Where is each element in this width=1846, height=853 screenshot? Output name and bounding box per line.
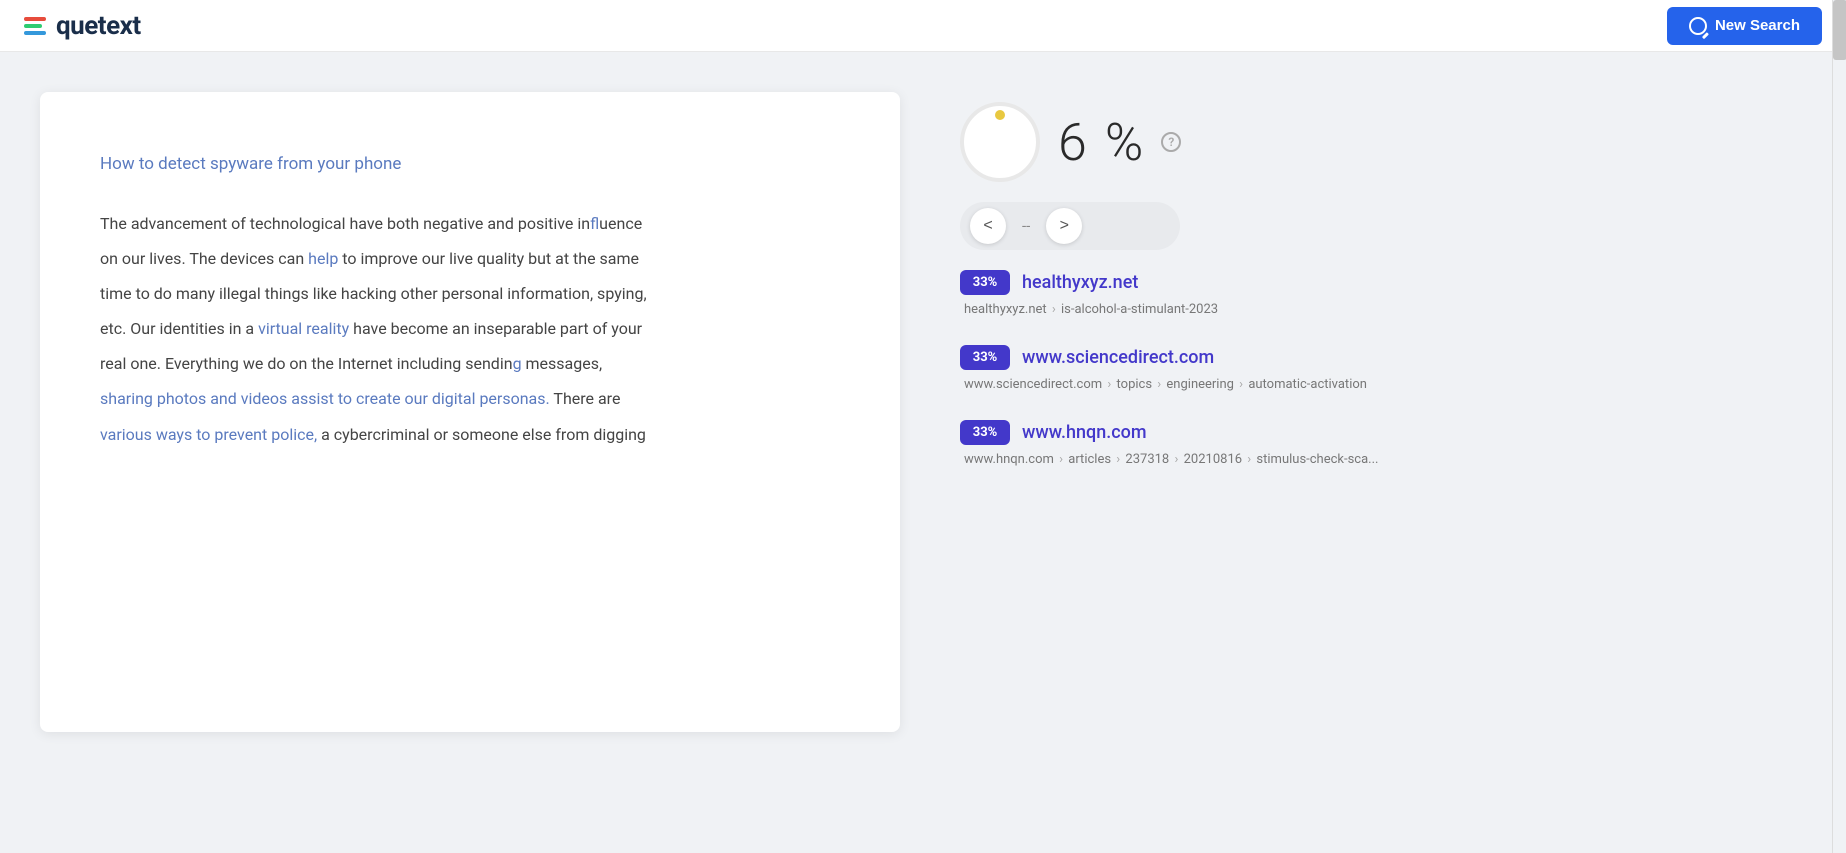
result-list: 33%healthyxyz.nethealthyxyz.net › is-alc… [960, 270, 1790, 467]
result-badge: 33% [960, 345, 1010, 370]
doc-para-7: various ways to prevent police, a cyberc… [100, 417, 840, 452]
result-header: 33% www.hnqn.com [960, 420, 1790, 445]
logo-icon-line1 [24, 17, 46, 21]
breadcrumb-separator: › [1113, 452, 1123, 467]
result-badge: 33% [960, 420, 1010, 445]
result-link[interactable]: www.sciencedirect.com [1022, 347, 1214, 368]
breadcrumb-part: engineering [1166, 377, 1234, 392]
help-icon[interactable]: ? [1161, 132, 1181, 152]
breadcrumb-part: articles [1068, 452, 1111, 467]
document-title: How to detect spyware from your phone [100, 152, 840, 178]
doc-para-3: time to do many illegal things like hack… [100, 276, 840, 311]
nav-next-button[interactable]: > [1046, 208, 1082, 244]
result-breadcrumb: healthyxyz.net › is-alcohol-a-stimulant-… [960, 302, 1790, 317]
breadcrumb-part: stimulus-check-sca... [1256, 452, 1378, 467]
breadcrumb-separator: › [1171, 452, 1181, 467]
result-link[interactable]: healthyxyz.net [1022, 272, 1138, 293]
result-badge: 33% [960, 270, 1010, 295]
breadcrumb-separator: › [1049, 302, 1059, 317]
main-content: How to detect spyware from your phone Th… [0, 52, 1830, 772]
doc-para-6: sharing photos and videos assist to crea… [100, 381, 840, 416]
nav-counter: -- [1014, 217, 1038, 235]
nav-bar: < -- > [960, 202, 1180, 250]
logo-text: quetext [56, 11, 141, 41]
result-breadcrumb: www.sciencedirect.com › topics › enginee… [960, 377, 1790, 392]
new-search-label: New Search [1715, 17, 1800, 34]
score-value: 6 [1058, 112, 1087, 173]
result-item: 33%healthyxyz.nethealthyxyz.net › is-alc… [960, 270, 1790, 317]
doc-para-2: on our lives. The devices can help to im… [100, 241, 840, 276]
score-symbol: % [1105, 112, 1143, 173]
logo-icon [24, 17, 46, 35]
score-section: 6 % ? [960, 92, 1790, 182]
doc-para-4: etc. Our identities in a virtual reality… [100, 311, 840, 346]
search-icon [1689, 17, 1707, 35]
doc-para-5: real one. Everything we do on the Intern… [100, 346, 840, 381]
scrollbar-track[interactable] [1832, 0, 1846, 853]
nav-prev-button[interactable]: < [970, 208, 1006, 244]
logo-icon-line3 [24, 31, 46, 35]
result-breadcrumb: www.hnqn.com › articles › 237318 › 20210… [960, 452, 1790, 467]
breadcrumb-part: www.sciencedirect.com [964, 377, 1102, 392]
breadcrumb-part: 237318 [1125, 452, 1169, 467]
breadcrumb-separator: › [1236, 377, 1246, 392]
logo-icon-line2 [24, 24, 42, 28]
new-search-button[interactable]: New Search [1667, 7, 1822, 45]
result-header: 33% www.sciencedirect.com [960, 345, 1790, 370]
breadcrumb-part: is-alcohol-a-stimulant-2023 [1061, 302, 1218, 317]
breadcrumb-separator: › [1244, 452, 1254, 467]
next-arrow-icon: > [1060, 217, 1069, 235]
breadcrumb-part: automatic-activation [1248, 377, 1367, 392]
right-panel: 6 % ? < -- > 33%healthyxyz.nethealthyxyz… [900, 92, 1790, 732]
scrollbar-thumb[interactable] [1833, 0, 1846, 60]
score-circle [960, 102, 1040, 182]
document-body: The advancement of technological have bo… [100, 206, 840, 452]
result-header: 33% healthyxyz.net [960, 270, 1790, 295]
prev-arrow-icon: < [983, 217, 992, 235]
breadcrumb-part: topics [1117, 377, 1153, 392]
breadcrumb-separator: › [1154, 377, 1164, 392]
breadcrumb-separator: › [1104, 377, 1114, 392]
logo: quetext [24, 11, 141, 41]
document-panel: How to detect spyware from your phone Th… [40, 92, 900, 732]
header: quetext New Search [0, 0, 1846, 52]
doc-para-1: The advancement of technological have bo… [100, 206, 840, 241]
breadcrumb-separator: › [1056, 452, 1066, 467]
breadcrumb-part: healthyxyz.net [964, 302, 1047, 317]
result-item: 33%www.sciencedirect.comwww.sciencedirec… [960, 345, 1790, 392]
result-item: 33%www.hnqn.comwww.hnqn.com › articles ›… [960, 420, 1790, 467]
result-link[interactable]: www.hnqn.com [1022, 422, 1147, 443]
breadcrumb-part: 20210816 [1184, 452, 1242, 467]
breadcrumb-part: www.hnqn.com [964, 452, 1054, 467]
